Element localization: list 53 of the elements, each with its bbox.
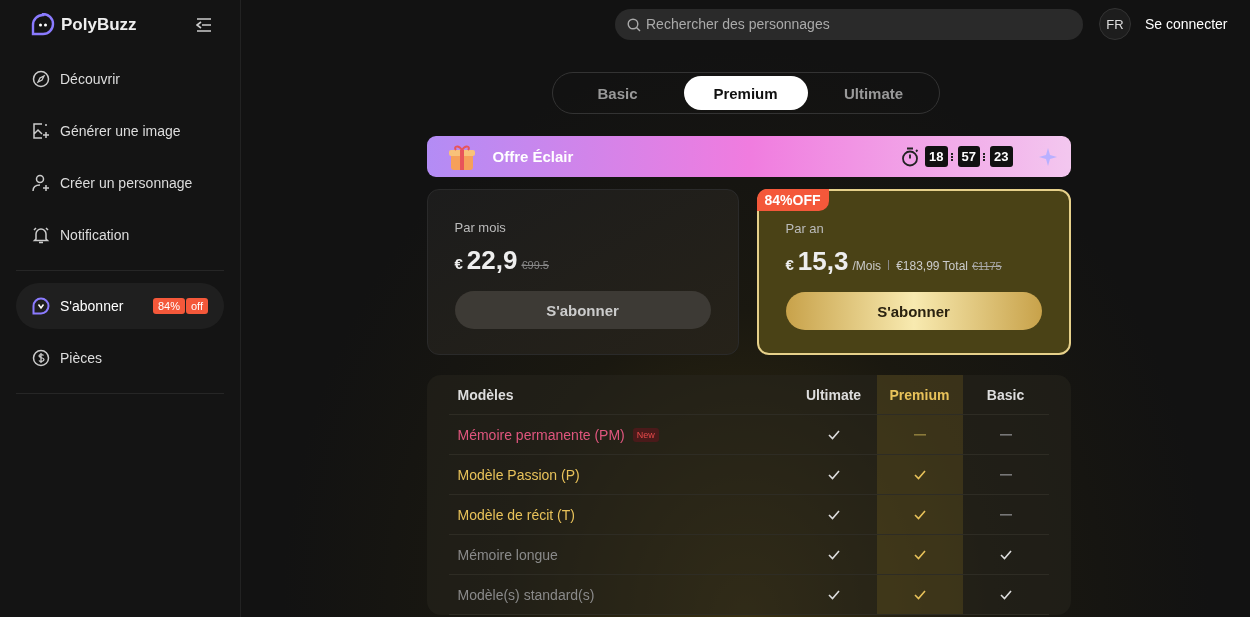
plan-card[interactable]: 84%OFF Par an €15,3/Mois €183,99 Total €1175 S'abonner — [756, 189, 1071, 355]
column-header: Premium — [876, 375, 963, 414]
login-link[interactable]: Se connecter — [1145, 16, 1228, 32]
column-header: Basic — [985, 385, 1026, 405]
nav-item[interactable]: Notification — [16, 212, 224, 258]
subscribe-button[interactable]: S'abonner — [785, 292, 1042, 330]
price-unit: /Mois — [852, 259, 882, 273]
plan-tab[interactable]: Basic — [555, 76, 680, 110]
language-button[interactable]: FR — [1099, 8, 1131, 40]
total-price: €183,99 Total — [896, 259, 968, 273]
image-add-icon — [32, 122, 50, 140]
countdown-digits: 23 — [990, 146, 1013, 167]
subscribe-icon — [32, 297, 50, 315]
nav-item[interactable]: Générer une image — [16, 108, 224, 154]
countdown-digits: 57 — [957, 146, 981, 167]
discount-tag: 84% — [152, 298, 185, 314]
coin-icon — [32, 349, 50, 367]
nav-item[interactable]: S'abonner 84% off — [16, 283, 224, 329]
plan-card[interactable]: Par mois €22,9€99.5 S'abonner — [426, 189, 739, 355]
logo-icon — [31, 13, 55, 37]
column-header: Modèles — [456, 385, 515, 405]
plan-period: Par mois — [454, 220, 507, 235]
flash-offer-title: Offre Éclair — [492, 148, 574, 165]
compass-icon — [32, 70, 50, 88]
brand-name: PolyBuzz — [61, 15, 137, 35]
search-field[interactable]: Rechercher des personnages — [615, 8, 1083, 40]
discount-badge: 84%OFF — [756, 189, 829, 211]
nav-item[interactable]: Pièces — [16, 335, 224, 381]
plan-price: 22,9 — [466, 245, 518, 276]
feature-label: Modèle de récit (T) — [457, 506, 575, 523]
subscribe-button[interactable]: S'abonner — [454, 291, 711, 329]
plan-period: Par an — [785, 221, 825, 236]
nav-item[interactable]: Créer un personnage — [16, 160, 224, 206]
new-badge: New — [632, 427, 659, 442]
plan-tab[interactable]: Ultimate — [811, 76, 936, 110]
countdown-digits: 18 — [925, 146, 948, 167]
user-add-icon — [32, 174, 50, 192]
original-price: €1175 — [971, 260, 1002, 272]
currency-symbol: € — [785, 256, 794, 273]
stopwatch-icon — [901, 146, 920, 167]
feature-label: Modèle(s) standard(s) — [457, 586, 595, 603]
column-header: Ultimate — [804, 385, 863, 405]
discount-tag: off — [185, 298, 208, 314]
plan-price: 15,3 — [797, 246, 849, 277]
currency-symbol: € — [454, 255, 463, 272]
feature-label: Mémoire longue — [457, 546, 558, 563]
plan-tab[interactable]: Premium — [683, 76, 808, 110]
feature-label: Mémoire permanente (PM) — [457, 426, 625, 443]
nav-item[interactable]: Découvrir — [16, 56, 224, 102]
feature-label: Modèle Passion (P) — [457, 466, 580, 483]
original-price: €99.5 — [521, 259, 549, 271]
bell-icon — [32, 226, 50, 244]
collapse-menu-icon[interactable] — [196, 18, 212, 32]
